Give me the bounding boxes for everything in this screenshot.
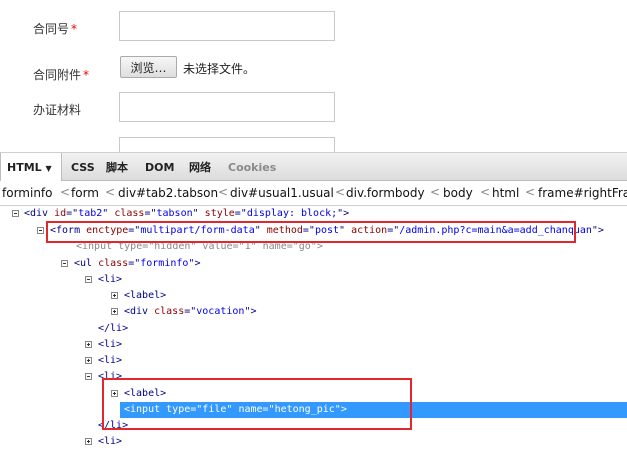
- attachment-label: 合同附件 *: [33, 68, 90, 82]
- breadcrumb-separator: <: [480, 185, 491, 199]
- required-mark: *: [71, 22, 78, 36]
- node-markup: <label>: [124, 288, 166, 304]
- markup-token: tabson: [156, 208, 193, 219]
- expand-icon[interactable]: [85, 438, 92, 445]
- node-markup: <div id="tab2" class="tabson" style="dis…: [24, 206, 349, 222]
- tab-css[interactable]: CSS: [71, 153, 95, 181]
- node-markup: <li>: [98, 434, 122, 450]
- markup-token: tab2: [78, 208, 103, 219]
- collapse-icon[interactable]: [85, 373, 92, 380]
- markup-token: <div: [24, 208, 55, 219]
- breadcrumb-item[interactable]: forminfo: [2, 186, 52, 200]
- firebug-devtools-panel: HTML ▼ CSS 脚本 DOM 网络 Cookies forminfo < …: [0, 152, 627, 447]
- markup-token: vocation: [196, 306, 245, 317]
- collapse-icon[interactable]: [85, 276, 92, 283]
- breadcrumb-item[interactable]: div.formbody: [346, 186, 425, 200]
- markup-token: style: [204, 208, 235, 219]
- markup-token: class: [98, 258, 129, 269]
- tree-node[interactable]: </li>: [0, 321, 627, 337]
- expand-icon[interactable]: [85, 357, 92, 364]
- markup-token: display: block;: [246, 208, 338, 219]
- breadcrumb-separator: <: [105, 185, 116, 199]
- markup-token: <li>: [98, 339, 123, 350]
- tree-node[interactable]: <div id="tab2" class="tabson" style="dis…: [0, 206, 627, 222]
- node-markup: <li>: [98, 337, 122, 353]
- node-markup: <li>: [98, 272, 122, 288]
- devtools-tab-bar: HTML ▼ CSS 脚本 DOM 网络 Cookies: [0, 152, 627, 181]
- dropdown-arrow-icon[interactable]: ▼: [46, 164, 52, 173]
- node-markup: <li>: [98, 353, 122, 369]
- material-input[interactable]: [119, 92, 335, 122]
- tree-node[interactable]: <div class="vocation">: [0, 304, 627, 320]
- tab-html[interactable]: HTML ▼: [0, 153, 62, 181]
- markup-token: <ul: [74, 258, 99, 269]
- collapse-icon[interactable]: [12, 210, 19, 217]
- markup-token: ">: [188, 258, 201, 269]
- markup-token: =": [234, 208, 247, 219]
- breadcrumb-item[interactable]: div#usual1.usual: [230, 186, 334, 200]
- breadcrumb-item[interactable]: html: [492, 186, 519, 200]
- node-markup: <div class="vocation">: [124, 304, 256, 320]
- node-markup: <ul class="forminfo">: [74, 256, 200, 272]
- markup-token: ">: [591, 225, 604, 236]
- highlight-box-input-file: [102, 378, 412, 430]
- markup-token: ">: [244, 306, 257, 317]
- tree-node[interactable]: <label>: [0, 288, 627, 304]
- expand-icon[interactable]: [111, 292, 118, 299]
- expand-icon[interactable]: [85, 341, 92, 348]
- highlight-box-form: [46, 221, 576, 243]
- markup-token: =": [66, 208, 79, 219]
- tree-node[interactable]: <li>: [0, 434, 627, 450]
- tree-node[interactable]: <li>: [0, 337, 627, 353]
- breadcrumb-item[interactable]: div#tab2.tabson: [118, 186, 218, 200]
- required-mark: *: [83, 68, 90, 82]
- breadcrumb-item[interactable]: form: [71, 186, 99, 200]
- markup-token: <li>: [98, 436, 123, 447]
- markup-token: <li>: [98, 274, 123, 285]
- tab-network[interactable]: 网络: [189, 153, 211, 181]
- markup-token: =": [184, 306, 197, 317]
- expand-icon[interactable]: [111, 308, 118, 315]
- markup-token: <li>: [98, 355, 123, 366]
- markup-token: =": [128, 258, 141, 269]
- markup-token: id: [54, 208, 67, 219]
- tab-script[interactable]: 脚本: [106, 153, 128, 181]
- web-page-form: 合同号 * 合同附件 * 浏览… 未选择文件。 办证材料: [0, 0, 627, 157]
- tab-cookies[interactable]: Cookies: [228, 153, 276, 181]
- markup-token: </li>: [98, 323, 129, 334]
- breadcrumb-separator: <: [430, 185, 441, 199]
- tree-node[interactable]: <li>: [0, 272, 627, 288]
- breadcrumb-item[interactable]: body: [443, 186, 473, 200]
- markup-token: =": [144, 208, 157, 219]
- collapse-icon[interactable]: [37, 227, 44, 234]
- contract-no-label: 合同号 *: [33, 22, 78, 36]
- material-label: 办证材料: [33, 103, 82, 117]
- tree-node[interactable]: <li>: [0, 353, 627, 369]
- no-file-selected-text: 未选择文件。: [183, 62, 256, 76]
- contract-no-input[interactable]: [119, 11, 335, 41]
- breadcrumb-item[interactable]: frame#rightFram: [538, 186, 627, 200]
- node-markup: </li>: [98, 321, 128, 337]
- markup-token: <label>: [124, 290, 167, 301]
- markup-token: forminfo: [140, 258, 189, 269]
- markup-token: ">: [337, 208, 350, 219]
- markup-token: class: [114, 208, 145, 219]
- breadcrumb-separator: <: [218, 185, 229, 199]
- breadcrumb-separator: <: [335, 185, 346, 199]
- breadcrumb: forminfo < form < div#tab2.tabson < div#…: [0, 181, 627, 206]
- tab-dom[interactable]: DOM: [145, 153, 174, 181]
- markup-token: ": [192, 208, 205, 219]
- browse-file-button[interactable]: 浏览…: [120, 56, 177, 78]
- markup-token: ": [102, 208, 115, 219]
- collapse-icon[interactable]: [61, 260, 68, 267]
- markup-token: class: [154, 306, 185, 317]
- tree-node[interactable]: <ul class="forminfo">: [0, 256, 627, 272]
- markup-token: <div: [124, 306, 155, 317]
- breadcrumb-separator: <: [525, 185, 536, 199]
- breadcrumb-separator: <: [60, 185, 71, 199]
